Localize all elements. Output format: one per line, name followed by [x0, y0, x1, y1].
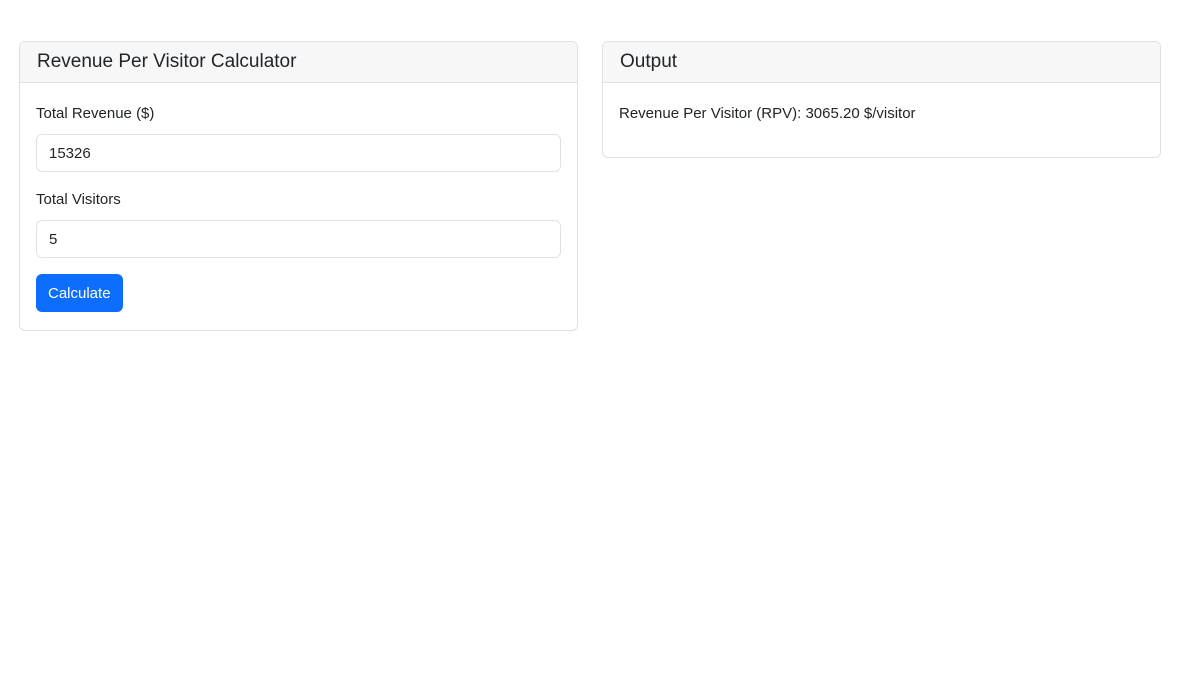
calculate-button[interactable]: Calculate	[36, 274, 123, 312]
total-revenue-label: Total Revenue ($)	[36, 105, 155, 122]
page: Revenue Per Visitor Calculator Total Rev…	[0, 0, 1180, 680]
total-revenue-input[interactable]	[36, 134, 561, 172]
calculator-card-title: Revenue Per Visitor Calculator	[20, 42, 577, 83]
rpv-result-text: Revenue Per Visitor (RPV): 3065.20 $/vis…	[619, 105, 916, 122]
total-visitors-label: Total Visitors	[36, 191, 121, 208]
calculator-card: Revenue Per Visitor Calculator Total Rev…	[19, 41, 578, 331]
total-visitors-input[interactable]	[36, 220, 561, 258]
output-body: Revenue Per Visitor (RPV): 3065.20 $/vis…	[603, 83, 1160, 140]
output-card: Output Revenue Per Visitor (RPV): 3065.2…	[602, 41, 1161, 158]
output-card-title: Output	[603, 42, 1160, 83]
calculator-form: Total Revenue ($) Total Visitors Calcula…	[20, 83, 577, 328]
